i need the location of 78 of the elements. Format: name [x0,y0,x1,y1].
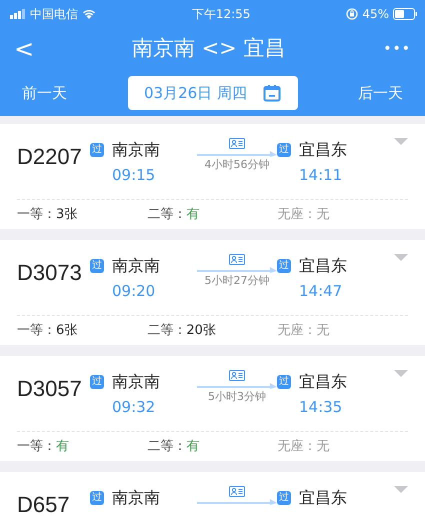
seat-count: 3张 [56,206,78,222]
train-number: D657 [17,491,71,516]
pass-through-badge: 过 [277,143,291,157]
pass-through-badge: 过 [277,259,291,273]
seat-class-label: 无座： [278,438,317,454]
id-card-icon [229,370,245,381]
station-name: 南京南 [112,255,160,277]
dropdown-caret-icon[interactable] [394,370,408,378]
battery-icon [392,8,417,20]
train-number: D2207 [17,143,83,171]
seat-count: 有 [186,438,200,454]
seat-class-label: 无座： [278,322,317,338]
pass-through-badge: 过 [277,491,291,505]
arrow-icon [197,150,277,157]
pass-through-badge: 过 [90,143,104,157]
back-button[interactable]: < [14,31,34,67]
calendar-icon [262,84,281,102]
id-card-icon [229,138,245,149]
seat-class-label: 无座： [278,206,317,222]
duration-text: 5小时3分钟 [208,389,266,405]
time-text: 14:47 [298,281,344,302]
seat-count: 20张 [186,322,216,338]
seat-class-label: 一等： [17,438,56,454]
arrow-icon [197,382,277,389]
arrow-icon [197,498,277,505]
pass-through-badge: 过 [90,491,104,505]
seat-class-label: 一等： [17,206,56,222]
id-card-icon [229,254,245,265]
next-day-button[interactable]: 后一天 [358,82,403,104]
dropdown-caret-icon[interactable] [394,254,408,262]
arrow-icon [197,266,277,273]
station-name: 南京南 [112,487,160,509]
seat-class-label: 二等： [147,438,186,454]
time-text: 09:15 [111,165,156,186]
seat-class-label: 二等： [147,206,186,222]
signal-icon [10,9,26,19]
seat-count: 无 [316,206,330,222]
pass-through-badge: 过 [90,259,104,273]
train-card[interactable]: D2207 过 南京南 09:15 4小时56分钟 过 宜昌东 14:11 一等：3张 二等：有 无座：无 [0,124,425,229]
station-name: 宜昌东 [299,255,347,277]
station-name: 南京南 [112,371,160,393]
date-picker[interactable]: 03月26日 周四 [128,76,298,110]
dropdown-caret-icon[interactable] [394,138,408,146]
duration-text: 5小时27分钟 [204,273,270,289]
train-number: D3057 [17,375,83,403]
time-text: 09:32 [111,397,156,418]
id-card-icon [229,486,245,497]
pass-through-badge: 过 [277,375,291,389]
date-text: 03月26日 周四 [144,82,247,104]
train-card[interactable]: D657 过 南京南 过 宜昌东 [0,472,425,516]
duration-text: 4小时56分钟 [204,157,270,173]
more-button[interactable]: ••• [383,38,411,60]
battery-percent: 45% [362,6,389,23]
seat-count: 6张 [56,322,78,338]
station-name: 宜昌东 [299,371,347,393]
status-time: 下午12:55 [190,6,252,23]
previous-day-button[interactable]: 前一天 [22,82,67,104]
page-title: 南京南 <> 宜昌 [132,35,286,62]
seat-class-label: 一等： [17,322,56,338]
dropdown-caret-icon[interactable] [394,486,408,494]
time-text: 09:20 [111,281,156,302]
rotation-lock-icon [346,8,358,20]
station-name: 南京南 [112,139,160,161]
train-card[interactable]: D3057 过 南京南 09:32 5小时3分钟 过 宜昌东 14:35 一等：有 二等：有 无座：无 [0,356,425,461]
time-text: 14:35 [298,397,344,418]
seat-class-label: 二等： [147,322,186,338]
train-card[interactable]: D3073 过 南京南 09:20 5小时27分钟 过 宜昌东 14:47 一等：6张 二等：20张 无座：无 [0,240,425,345]
carrier-name: 中国电信 [30,6,78,23]
station-name: 宜昌东 [299,487,347,509]
seat-count: 有 [186,206,200,222]
time-text: 14:11 [298,165,344,186]
seat-count: 无 [316,322,330,338]
seat-count: 无 [316,438,330,454]
train-number: D3073 [17,259,83,287]
station-name: 宜昌东 [299,139,347,161]
seat-count: 有 [56,438,69,454]
pass-through-badge: 过 [90,375,104,389]
wifi-icon [82,9,96,19]
